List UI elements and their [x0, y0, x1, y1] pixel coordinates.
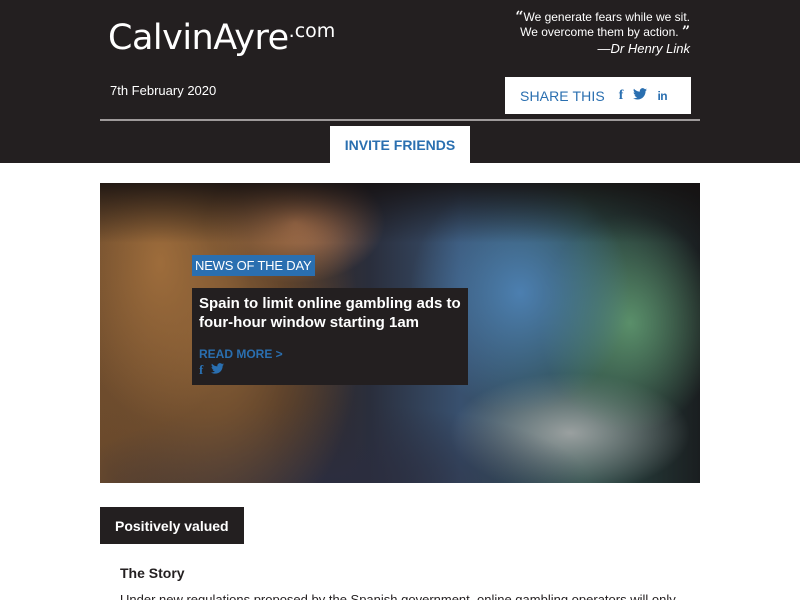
- email-header: CalvinAyre.com “We generate fears while …: [0, 0, 800, 163]
- hero-image-shade: [100, 183, 700, 243]
- quote-line-2: We overcome them by action.: [520, 25, 679, 39]
- story-body-text: Under new regulations proposed by the Sp…: [120, 592, 676, 600]
- news-of-the-day-badge: NEWS OF THE DAY: [192, 255, 316, 276]
- read-more-link[interactable]: READ MORE >: [199, 347, 283, 361]
- linkedin-icon[interactable]: in: [657, 89, 667, 103]
- card-share-icons: f: [199, 363, 232, 376]
- facebook-icon[interactable]: f: [619, 88, 624, 103]
- story-heading: The Story: [120, 565, 185, 581]
- issue-date: 7th February 2020: [110, 83, 217, 98]
- quote-close-mark: ”: [681, 24, 690, 40]
- calvinayre-logo[interactable]: CalvinAyre.com: [108, 18, 335, 58]
- facebook-icon[interactable]: f: [199, 363, 203, 376]
- section-tab-positively-valued: Positively valued: [100, 507, 244, 544]
- twitter-icon[interactable]: [633, 88, 648, 103]
- news-card: Spain to limit online gambling ads to fo…: [192, 288, 468, 385]
- news-headline[interactable]: Spain to limit online gambling ads to fo…: [199, 294, 461, 332]
- share-bar: SHARE THIS f in: [505, 77, 691, 114]
- header-divider: [100, 119, 700, 121]
- header-quote: “We generate fears while we sit. We over…: [470, 10, 690, 57]
- quote-author: —Dr Henry Link: [597, 41, 690, 56]
- twitter-icon[interactable]: [211, 363, 225, 376]
- share-label: SHARE THIS: [520, 87, 605, 104]
- quote-line-1: We generate fears while we sit.: [523, 10, 690, 24]
- logo-suffix: .com: [288, 20, 336, 42]
- logo-text: CalvinAyre: [108, 18, 289, 58]
- invite-friends-button[interactable]: INVITE FRIENDS: [330, 126, 470, 163]
